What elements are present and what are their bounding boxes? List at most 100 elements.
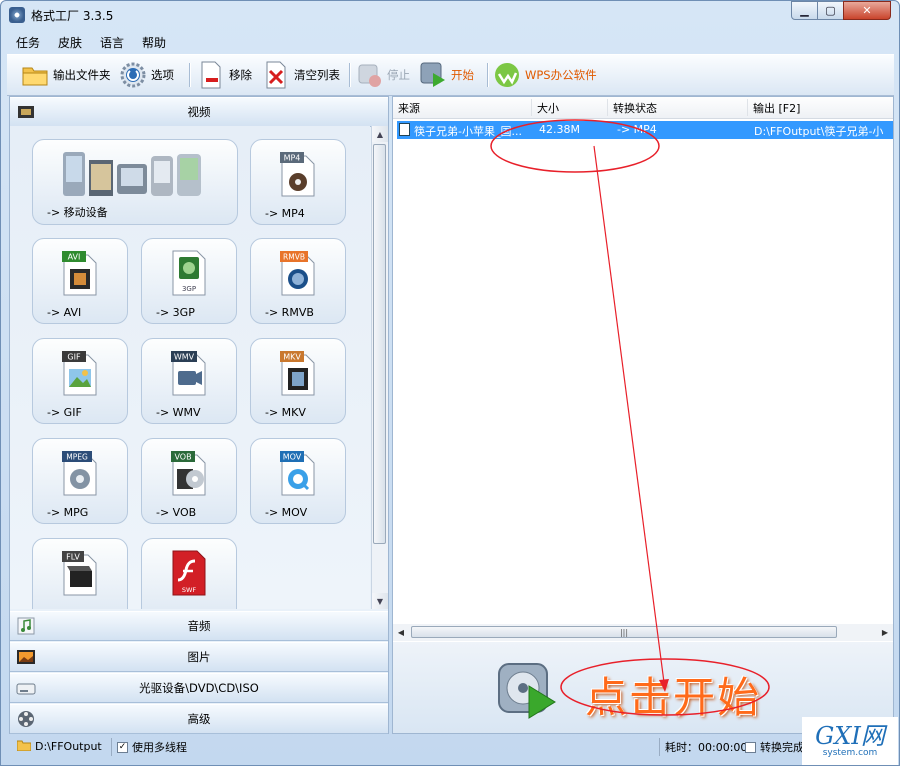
clear-list-button[interactable]: 清空列表: [262, 59, 340, 91]
tile-mpg-label: -> MPG: [47, 506, 89, 519]
row-status: -> MP4: [617, 123, 657, 136]
hscroll-thumb[interactable]: |||: [411, 626, 837, 638]
maximize-button[interactable]: ▢: [817, 1, 844, 20]
scroll-left-arrow-icon[interactable]: ◀: [393, 624, 409, 641]
tile-avi[interactable]: AVI -> AVI: [32, 238, 128, 324]
category-video[interactable]: 视频: [10, 97, 388, 127]
svg-text:MOV: MOV: [283, 453, 302, 462]
stop-button[interactable]: 停止: [355, 59, 410, 91]
remove-button[interactable]: 移除: [197, 59, 252, 91]
minimize-icon: ▁: [800, 4, 809, 17]
window-title: 格式工厂 3.3.5: [31, 9, 114, 23]
folder-icon: [21, 61, 49, 89]
video-format-grid: -> 移动设备 MP4 -> MP4 AVI -> AVI 3GP -> 3GP: [10, 126, 370, 609]
after-convert-toggle[interactable]: 转换完成: [745, 739, 804, 755]
menu-skin[interactable]: 皮肤: [49, 31, 91, 53]
svg-text:FLV: FLV: [66, 553, 80, 562]
category-advanced-label: 高级: [187, 712, 211, 726]
multithread-checkbox[interactable]: ✓: [117, 741, 128, 753]
svg-text:AVI: AVI: [68, 253, 81, 262]
category-advanced[interactable]: 高级: [10, 704, 388, 734]
tile-gif[interactable]: GIF -> GIF: [32, 338, 128, 424]
tile-mp4[interactable]: MP4 -> MP4: [250, 139, 346, 225]
tile-wmv-label: -> WMV: [156, 406, 201, 419]
table-row[interactable]: 筷子兄弟-小苹果_国... 42.38M -> MP4 D:\FFOutput\…: [397, 121, 893, 139]
mov-file-icon: MOV: [278, 449, 318, 497]
category-audio[interactable]: 音频: [10, 611, 388, 641]
film-reel-icon: [16, 709, 36, 729]
col-status[interactable]: 转换状态: [613, 100, 657, 116]
category-rom-label: 光驱设备\DVD\CD\ISO: [139, 681, 259, 695]
remove-document-icon: [197, 61, 225, 89]
col-size[interactable]: 大小: [537, 100, 559, 116]
stop-label: 停止: [387, 68, 410, 82]
tile-3gp-label: -> 3GP: [156, 306, 195, 319]
svg-text:WMV: WMV: [174, 353, 195, 362]
svg-text:RMVB: RMVB: [283, 253, 305, 262]
col-output[interactable]: 输出 [F2]: [753, 100, 800, 116]
svg-text:SWF: SWF: [182, 586, 197, 594]
menu-help[interactable]: 帮助: [133, 31, 175, 53]
svg-text:MP4: MP4: [284, 154, 301, 163]
tile-flv[interactable]: FLV: [32, 538, 128, 609]
swf-flash-icon: SWF: [169, 549, 209, 597]
format-grid-scrollbar[interactable]: ▲ ▼: [371, 126, 388, 609]
start-button[interactable]: 开始: [419, 59, 474, 91]
gif-file-icon: GIF: [60, 349, 100, 397]
mobile-devices-icon: [55, 146, 215, 201]
output-folder-path: D:\FFOutput: [35, 740, 102, 753]
tile-mobile-device[interactable]: -> 移动设备: [32, 139, 238, 225]
menu-task[interactable]: 任务: [7, 31, 49, 53]
tile-3gp[interactable]: 3GP -> 3GP: [141, 238, 237, 324]
stop-icon: [355, 61, 383, 89]
tile-mobile-device-label: -> 移动设备: [47, 206, 108, 219]
rmvb-file-icon: RMVB: [278, 249, 318, 297]
tile-mov[interactable]: MOV -> MOV: [250, 438, 346, 524]
click-start-hint: 点击开始: [585, 673, 762, 722]
toolbar: 输出文件夹 选项 移除 清空列表 停止 开始 WPS办公软件: [7, 54, 894, 96]
svg-text:3GP: 3GP: [182, 285, 196, 293]
task-list-hscrollbar[interactable]: ◀ ||| ▶: [393, 624, 893, 641]
watermark-domain: system.com: [822, 748, 878, 758]
wps-label: WPS办公软件: [525, 68, 597, 82]
category-rom-device[interactable]: 光驱设备\DVD\CD\ISO: [10, 673, 388, 703]
big-start-button[interactable]: 点击开始: [493, 652, 783, 724]
title-bar: 格式工厂 3.3.5 ▁ ▢ ✕: [1, 1, 899, 29]
watermark-logo: GXI网: [815, 722, 885, 750]
col-source[interactable]: 来源: [398, 100, 420, 116]
gear-icon: [119, 61, 147, 89]
elapsed-time: 耗时：00:00:00: [665, 741, 748, 754]
avi-file-icon: AVI: [60, 249, 100, 297]
scroll-right-arrow-icon[interactable]: ▶: [877, 624, 893, 641]
after-convert-checkbox[interactable]: [745, 741, 756, 753]
scroll-thumb[interactable]: [373, 144, 386, 544]
row-source: 筷子兄弟-小苹果_国...: [414, 125, 522, 138]
tile-vob[interactable]: VOB -> VOB: [141, 438, 237, 524]
multithread-toggle[interactable]: ✓ 使用多线程: [117, 739, 187, 755]
3gp-file-icon: 3GP: [169, 249, 209, 297]
status-bar: D:\FFOutput ✓ 使用多线程 耗时：00:00:00 转换完成: [7, 736, 897, 758]
maximize-icon: ▢: [825, 4, 836, 17]
start-label: 开始: [451, 68, 474, 82]
scroll-down-arrow-icon[interactable]: ▼: [372, 593, 388, 609]
tile-mkv[interactable]: MKV -> MKV: [250, 338, 346, 424]
menu-language[interactable]: 语言: [91, 31, 133, 53]
category-picture[interactable]: 图片: [10, 642, 388, 672]
minimize-button[interactable]: ▁: [791, 1, 818, 20]
tile-wmv[interactable]: WMV -> WMV: [141, 338, 237, 424]
category-panel: 视频 -> 移动设备 MP4 -> MP4 AVI -> AVI 3GP -> …: [9, 96, 389, 734]
disc-drive-icon: [16, 678, 36, 698]
options-button[interactable]: 选项: [119, 59, 174, 91]
tile-mpg[interactable]: MPEG -> MPG: [32, 438, 128, 524]
tile-gif-label: -> GIF: [47, 406, 82, 419]
wps-button[interactable]: WPS办公软件: [493, 59, 597, 91]
flv-file-icon: FLV: [60, 549, 100, 597]
start-convert-icon: [498, 663, 556, 719]
output-folder-status[interactable]: D:\FFOutput: [16, 739, 102, 754]
category-picture-label: 图片: [187, 650, 211, 664]
output-folder-button[interactable]: 输出文件夹: [21, 59, 111, 91]
scroll-up-arrow-icon[interactable]: ▲: [372, 126, 388, 142]
tile-swf[interactable]: SWF: [141, 538, 237, 609]
tile-rmvb[interactable]: RMVB -> RMVB: [250, 238, 346, 324]
close-button[interactable]: ✕: [843, 1, 891, 20]
